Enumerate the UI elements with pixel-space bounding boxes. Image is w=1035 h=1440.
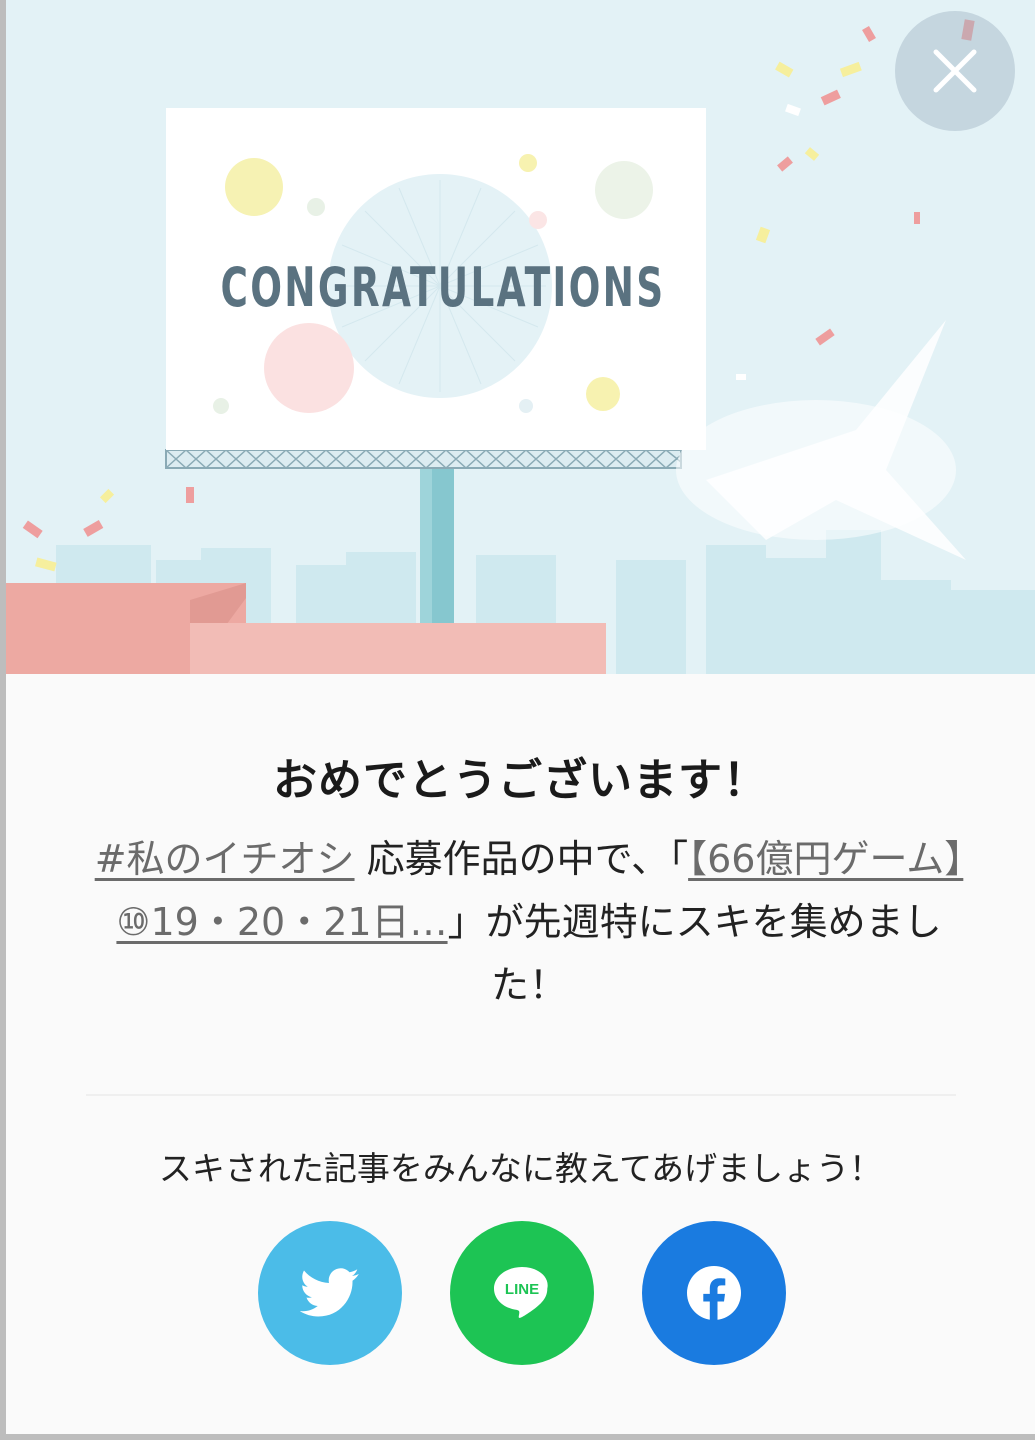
twitter-bird-icon	[300, 1268, 359, 1317]
billboard-illustration: CONGRATULATIONS	[6, 0, 1035, 674]
svg-text:CONGRATULATIONS: CONGRATULATIONS	[221, 256, 666, 319]
dialog-message: #私のイチオシ 応募作品の中で、「【66億円ゲーム】⑩19・20・21日…」が先…	[94, 828, 964, 1017]
facebook-icon	[687, 1266, 741, 1322]
congratulations-modal: CONGRATULATIONS おめでとうございます！ #私のイチオシ 応募作品…	[6, 0, 1035, 1434]
line-icon: LINE	[494, 1267, 548, 1318]
hashtag-link[interactable]: #私のイチオシ	[95, 837, 355, 881]
divider	[86, 1094, 956, 1096]
facebook-share-button[interactable]	[642, 1221, 786, 1365]
line-share-button[interactable]: LINE	[450, 1221, 594, 1365]
message-text: 応募作品の中で、「	[354, 837, 689, 881]
twitter-share-button[interactable]	[258, 1221, 402, 1365]
close-icon	[933, 49, 977, 93]
hero-illustration: CONGRATULATIONS	[6, 0, 1035, 674]
message-text-end: 」が先週特にスキを集めました！	[447, 900, 942, 1007]
svg-text:LINE: LINE	[505, 1281, 539, 1298]
share-prompt: スキされた記事をみんなに教えてあげましょう！	[158, 1149, 883, 1188]
close-button[interactable]	[895, 11, 1015, 131]
dialog-title: おめでとうございます！	[273, 755, 768, 806]
